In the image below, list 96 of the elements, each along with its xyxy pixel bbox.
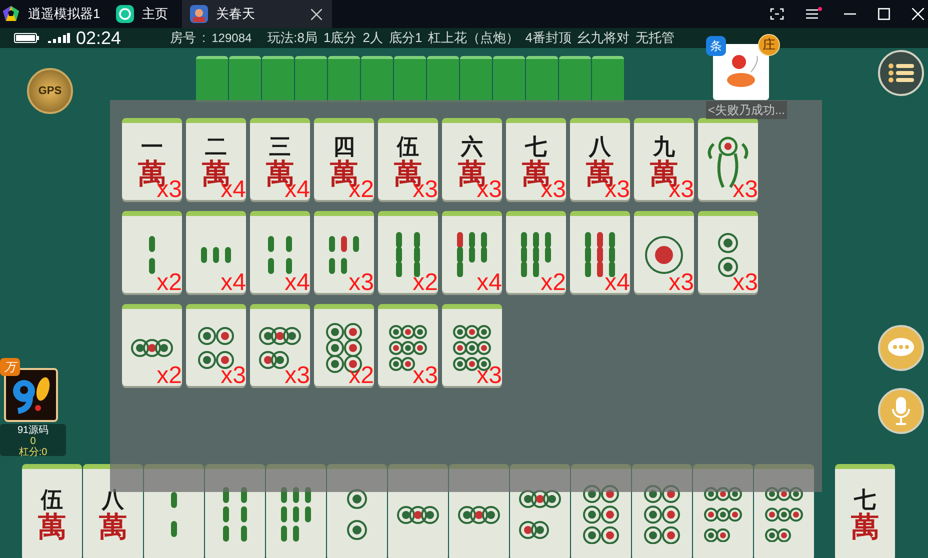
game-icon: [190, 5, 208, 23]
tile-back: [295, 56, 327, 102]
player-badge: 万: [0, 358, 20, 376]
logo-icon: [10, 375, 52, 415]
player-score: 0: [30, 436, 36, 447]
tile-back: [361, 56, 393, 102]
bamboo-tile-face-drawing: [171, 492, 177, 537]
circle-tile-face-drawing: [347, 489, 367, 540]
tile-count: x3: [476, 363, 502, 386]
room-separator: :: [202, 29, 206, 48]
tile-back: [262, 56, 294, 102]
bamboo-tile-face-drawing: [268, 236, 292, 274]
tile-count: x2: [156, 270, 182, 293]
tile-numeral: 七: [525, 134, 547, 158]
tile-numeral: 八: [589, 134, 611, 158]
tile-numeral: 伍: [41, 488, 63, 512]
chat-button[interactable]: [878, 325, 924, 371]
rule-text: 1底分: [324, 29, 357, 48]
tile-back: [559, 56, 591, 102]
clock-time: 02:24: [76, 28, 122, 50]
maximize-icon[interactable]: [878, 8, 890, 20]
room-label: 房号: [170, 29, 196, 48]
tile-count: x3: [732, 177, 758, 200]
tile-back: [460, 56, 492, 102]
tile-count: x3: [412, 363, 438, 386]
tile-count: x3: [284, 363, 310, 386]
tile-back: [427, 56, 459, 102]
player-name: 91源码: [17, 425, 49, 436]
app-tab[interactable]: 主页: [114, 0, 182, 28]
circle-tile-face-drawing: [645, 236, 683, 274]
close-tab-icon[interactable]: [311, 8, 322, 20]
tile-numeral: 九: [653, 134, 675, 158]
rule-text: 底分1: [388, 29, 422, 48]
tile-back: [493, 56, 525, 102]
tile-count: x2: [540, 270, 566, 293]
hand-tile[interactable]: 七 萬: [835, 464, 895, 558]
bamboo-tile-face-drawing: [201, 246, 231, 262]
signal-icon: [48, 33, 70, 43]
menu-icon[interactable]: [806, 7, 822, 21]
menu-button[interactable]: [878, 50, 924, 96]
tile-count: x4: [220, 270, 246, 293]
tile-numeral: 八: [102, 488, 124, 512]
tile-back: [592, 56, 624, 102]
rule-text: 4番封顶: [525, 29, 572, 48]
tile-count: x4: [284, 270, 310, 293]
tile-count: x2: [348, 363, 374, 386]
rule-text: 玩法:8局: [268, 29, 318, 48]
tile-back: [526, 56, 558, 102]
tile-numeral: 二: [205, 134, 227, 158]
circle-tile-face-drawing: [519, 490, 561, 539]
tile-numeral: 六: [461, 134, 483, 158]
app-tab[interactable]: 关春天: [182, 0, 332, 28]
room-number: 129084: [212, 30, 252, 47]
microphone-icon: [891, 397, 911, 425]
rule-text: 杠上花（点炮）: [428, 29, 520, 48]
circle-tile-face-drawing: [131, 338, 173, 356]
suit-badge: 条: [706, 36, 726, 56]
bamboo-tile-face-drawing: [149, 236, 155, 274]
tile-count: x4: [604, 270, 630, 293]
tile-suit-character: 萬: [851, 512, 879, 542]
tile-count: x3: [668, 270, 694, 293]
tile-count: x2: [412, 270, 438, 293]
hand-tile[interactable]: 伍 萬: [22, 464, 82, 558]
tile-back: [229, 56, 261, 102]
tile-numeral: 四: [333, 134, 355, 158]
battery-icon: [14, 33, 40, 43]
rule-text: 幺九将对: [577, 29, 630, 48]
fullscreen-icon[interactable]: [770, 8, 784, 20]
app-tab[interactable]: 逍遥模拟器1: [0, 0, 114, 28]
tile-numeral: 一: [141, 134, 163, 158]
tile-count: x2: [156, 363, 182, 386]
tile-count: x3: [732, 270, 758, 293]
tile-suit-character: 萬: [99, 512, 127, 542]
tile-suit-character: 萬: [38, 512, 66, 542]
gang-score: 杠分:0: [18, 447, 48, 458]
gps-button[interactable]: GPS: [27, 68, 73, 114]
tile-numeral: 七: [854, 488, 876, 512]
tile-numeral: 三: [269, 134, 291, 158]
tile-count: x4: [476, 270, 502, 293]
rule-text: 2人: [362, 29, 383, 48]
opponent-name: <失败乃成功...: [706, 101, 788, 119]
home-icon: [116, 5, 134, 23]
tile-back: [328, 56, 360, 102]
chat-icon: [887, 337, 915, 359]
circle-tile-face-drawing: [397, 506, 439, 524]
close-icon[interactable]: [912, 8, 924, 20]
circle-tile-face-drawing: [458, 506, 500, 524]
tile-back: [394, 56, 426, 102]
bamboo-tile-face-drawing: [329, 236, 359, 274]
microphone-button[interactable]: [878, 388, 924, 434]
tile-count: x3: [220, 363, 246, 386]
tile-count: x3: [348, 270, 374, 293]
tile-numeral: 伍: [397, 134, 419, 158]
rule-text: 无托管: [635, 29, 674, 48]
list-icon: [888, 63, 914, 83]
tile-back: [196, 56, 228, 102]
